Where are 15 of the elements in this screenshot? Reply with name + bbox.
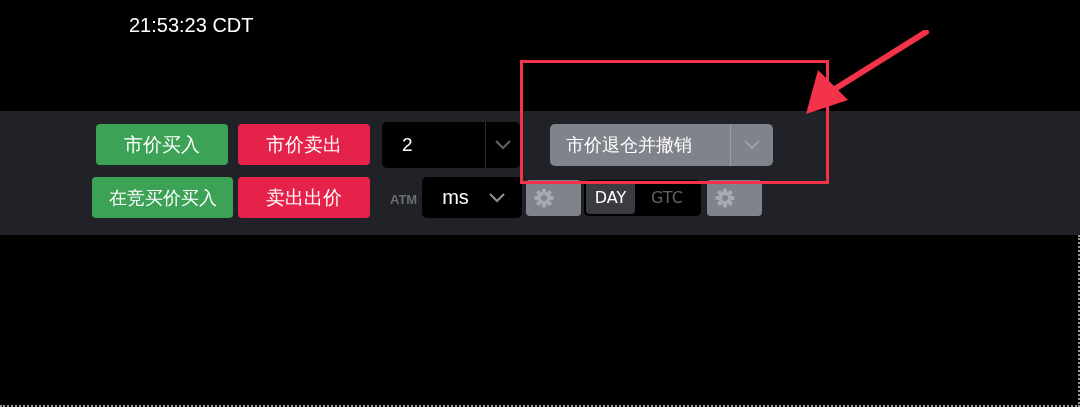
- close-position-button[interactable]: 市价退仓并撤销: [550, 123, 773, 166]
- time-in-force-tab[interactable]: GTC: [642, 181, 692, 214]
- order-button[interactable]: 市价卖出: [238, 124, 370, 165]
- settings-icon: [715, 187, 736, 208]
- unit-dropdown[interactable]: ms: [422, 177, 523, 218]
- chevron-down-icon: [494, 139, 512, 150]
- settings-icon: [534, 187, 555, 208]
- atm-label: ATM: [390, 192, 418, 207]
- chevron-down-icon: [743, 139, 761, 150]
- order-button[interactable]: 卖出出价: [238, 177, 370, 218]
- clock-time: 21:53:23 CDT: [129, 14, 254, 36]
- quantity-field[interactable]: 2: [382, 121, 520, 168]
- order-button[interactable]: 市价买入: [96, 124, 228, 165]
- chevron-down-icon: [488, 192, 507, 203]
- order-button[interactable]: 在竞买价买入: [92, 177, 233, 218]
